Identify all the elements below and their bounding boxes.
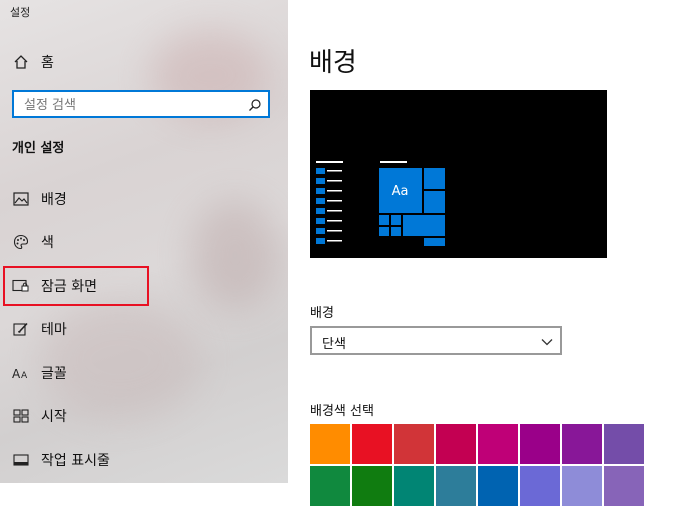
color-swatch[interactable]: [436, 424, 476, 464]
background-dropdown-value: 단색: [322, 337, 346, 352]
taskbar-icon: [12, 451, 30, 469]
main-content: 배경 Aa 배경 단색 배경색 선택: [288, 0, 674, 506]
sidebar-item-label: 배경: [41, 192, 67, 208]
page-title: 배경: [309, 48, 357, 78]
sidebar-item-label: 작업 표시줄: [41, 453, 110, 469]
font-icon: AA: [12, 364, 30, 382]
sidebar-item-label: 시작: [41, 409, 67, 425]
sidebar-item-label: 색: [41, 235, 54, 251]
section-heading: 개인 설정: [12, 141, 65, 156]
color-swatch[interactable]: [436, 466, 476, 506]
color-swatch[interactable]: [520, 424, 560, 464]
lock-screen-icon: [12, 277, 30, 295]
chevron-down-icon: [540, 334, 554, 353]
start-menu-preview: Aa: [316, 161, 445, 246]
search-icon[interactable]: [248, 97, 262, 116]
search-input[interactable]: [22, 95, 251, 115]
nav-home-label: 홈: [41, 55, 54, 71]
preview-tile-text: Aa: [392, 184, 409, 199]
color-swatch[interactable]: [310, 466, 350, 506]
search-box[interactable]: [12, 90, 270, 118]
nav-home[interactable]: 홈: [0, 44, 288, 80]
sidebar: 설정 홈 개인 설정 배경 색 잠금 화면 테마: [0, 0, 288, 483]
sidebar-item-fonts[interactable]: AA 글꼴: [0, 355, 288, 391]
color-swatch[interactable]: [394, 424, 434, 464]
sidebar-item-taskbar[interactable]: 작업 표시줄: [0, 442, 288, 478]
color-swatch[interactable]: [478, 466, 518, 506]
color-swatch[interactable]: [352, 424, 392, 464]
color-swatch[interactable]: [562, 424, 602, 464]
sidebar-item-lock-screen[interactable]: 잠금 화면: [0, 268, 288, 304]
color-swatch[interactable]: [604, 424, 644, 464]
color-swatch[interactable]: [520, 466, 560, 506]
sidebar-item-background[interactable]: 배경: [0, 181, 288, 217]
color-swatch[interactable]: [604, 466, 644, 506]
svg-text:A: A: [21, 371, 28, 380]
color-swatch[interactable]: [352, 466, 392, 506]
sidebar-item-color[interactable]: 색: [0, 224, 288, 260]
window-title: 설정: [10, 6, 31, 19]
desktop-preview: Aa: [310, 90, 607, 258]
color-swatch[interactable]: [562, 466, 602, 506]
color-swatch[interactable]: [310, 424, 350, 464]
palette-icon: [12, 233, 30, 251]
brush-icon: [12, 320, 30, 338]
sidebar-item-label: 테마: [41, 322, 67, 338]
sidebar-item-label: 잠금 화면: [41, 279, 97, 295]
image-icon: [12, 190, 30, 208]
svg-text:A: A: [12, 367, 21, 380]
color-picker-label: 배경색 선택: [310, 404, 374, 419]
background-dropdown[interactable]: 단색: [310, 326, 562, 355]
start-grid-icon: [12, 407, 30, 425]
background-label: 배경: [310, 306, 334, 321]
color-swatch[interactable]: [394, 466, 434, 506]
home-icon: [12, 53, 30, 71]
sidebar-item-start[interactable]: 시작: [0, 398, 288, 434]
sidebar-item-label: 글꼴: [41, 366, 67, 382]
sidebar-item-theme[interactable]: 테마: [0, 311, 288, 347]
color-swatch[interactable]: [478, 424, 518, 464]
